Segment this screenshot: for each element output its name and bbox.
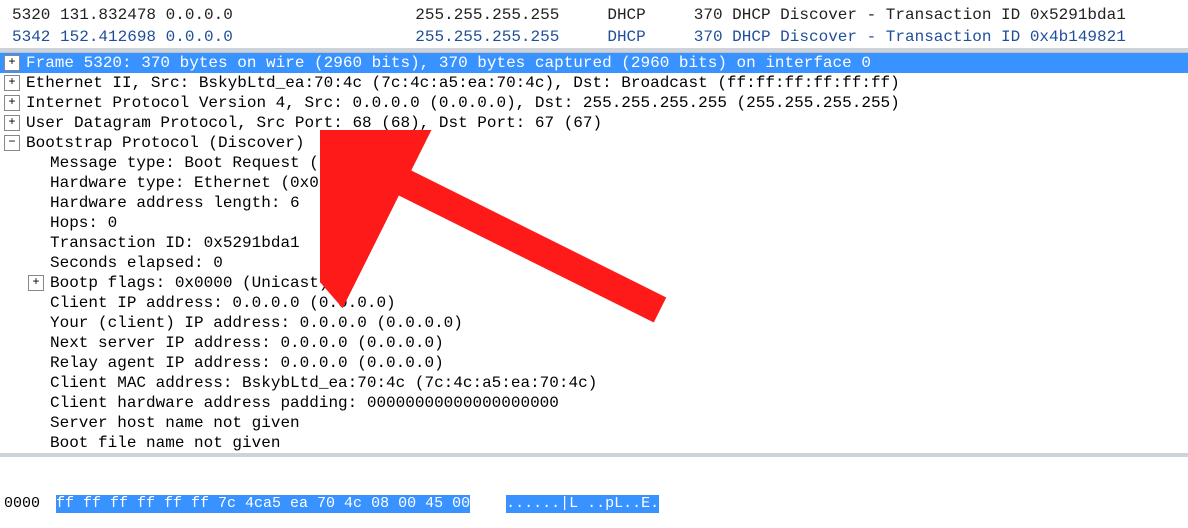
- tree-ethernet[interactable]: + Ethernet II, Src: BskybLtd_ea:70:4c (7c…: [0, 73, 1188, 93]
- tree-ip-text: Internet Protocol Version 4, Src: 0.0.0.…: [26, 93, 900, 113]
- expand-icon[interactable]: +: [4, 95, 20, 111]
- row-proto: DHCP: [607, 28, 645, 46]
- tree-hw-len[interactable]: Hardware address length: 6: [0, 193, 1188, 213]
- tree-udp[interactable]: + User Datagram Protocol, Src Port: 68 (6…: [0, 113, 1188, 133]
- packet-row[interactable]: 5342 152.412698 0.0.0.0 255.255.255.255 …: [0, 26, 1188, 48]
- row-no: 5342: [12, 28, 50, 46]
- tree-frame[interactable]: + Frame 5320: 370 bytes on wire (2960 bit…: [0, 53, 1188, 73]
- expand-icon[interactable]: +: [4, 55, 20, 71]
- packet-details-pane: + Frame 5320: 370 bytes on wire (2960 bit…: [0, 52, 1188, 453]
- row-dst: 255.255.255.255: [415, 6, 559, 24]
- tree-bfile[interactable]: Boot file name not given: [0, 433, 1188, 453]
- tree-ciaddr[interactable]: Client IP address: 0.0.0.0 (0.0.0.0): [0, 293, 1188, 313]
- row-no: 5320: [12, 6, 50, 24]
- tree-bootp-text: Bootstrap Protocol (Discover): [26, 133, 304, 153]
- row-info: 370 DHCP Discover - Transaction ID 0x529…: [694, 6, 1126, 24]
- tree-hw-type[interactable]: Hardware type: Ethernet (0x01): [0, 173, 1188, 193]
- tree-msg-type[interactable]: Message type: Boot Request (1): [0, 153, 1188, 173]
- packet-row[interactable]: 5320 131.832478 0.0.0.0 255.255.255.255 …: [0, 4, 1188, 26]
- tree-niaddr[interactable]: Next server IP address: 0.0.0.0 (0.0.0.0…: [0, 333, 1188, 353]
- tree-txid[interactable]: Transaction ID: 0x5291bda1: [0, 233, 1188, 253]
- tree-cmac[interactable]: Client MAC address: BskybLtd_ea:70:4c (7…: [0, 373, 1188, 393]
- tree-hops[interactable]: Hops: 0: [0, 213, 1188, 233]
- tree-bootp[interactable]: −Bootstrap Protocol (Discover): [0, 133, 1188, 153]
- row-dst: 255.255.255.255: [415, 28, 559, 46]
- tree-eth-text: Ethernet II, Src: BskybLtd_ea:70:4c (7c:…: [26, 73, 900, 93]
- tree-udp-text: User Datagram Protocol, Src Port: 68 (68…: [26, 113, 602, 133]
- row-time: 131.832478: [60, 6, 156, 24]
- expand-icon[interactable]: +: [28, 275, 44, 291]
- tree-flags[interactable]: +Bootp flags: 0x0000 (Unicast): [0, 273, 1188, 293]
- row-src: 0.0.0.0: [166, 6, 233, 24]
- tree-chpad[interactable]: Client hardware address padding: 0000000…: [0, 393, 1188, 413]
- tree-sname[interactable]: Server host name not given: [0, 413, 1188, 433]
- row-time: 152.412698: [60, 28, 156, 46]
- tree-secs[interactable]: Seconds elapsed: 0: [0, 253, 1188, 273]
- row-proto: DHCP: [607, 6, 645, 24]
- row-info: 370 DHCP Discover - Transaction ID 0x4b1…: [694, 28, 1126, 46]
- tree-riaddr[interactable]: Relay agent IP address: 0.0.0.0 (0.0.0.0…: [0, 353, 1188, 373]
- expand-icon[interactable]: +: [4, 115, 20, 131]
- collapse-icon[interactable]: −: [4, 135, 20, 151]
- row-src: 0.0.0.0: [166, 28, 233, 46]
- packet-list-pane: 5320 131.832478 0.0.0.0 255.255.255.255 …: [0, 0, 1188, 52]
- tree-yiaddr[interactable]: Your (client) IP address: 0.0.0.0 (0.0.0…: [0, 313, 1188, 333]
- hex-line[interactable]: 0000 ff ff ff ff ff ff 7c 4c a5 ea 70 4c…: [4, 495, 1184, 513]
- packet-bytes-pane: 0000 ff ff ff ff ff ff 7c 4c a5 ea 70 4c…: [0, 453, 1188, 528]
- expand-icon[interactable]: +: [4, 75, 20, 91]
- tree-ip[interactable]: + Internet Protocol Version 4, Src: 0.0.0…: [0, 93, 1188, 113]
- tree-frame-text: Frame 5320: 370 bytes on wire (2960 bits…: [26, 53, 871, 73]
